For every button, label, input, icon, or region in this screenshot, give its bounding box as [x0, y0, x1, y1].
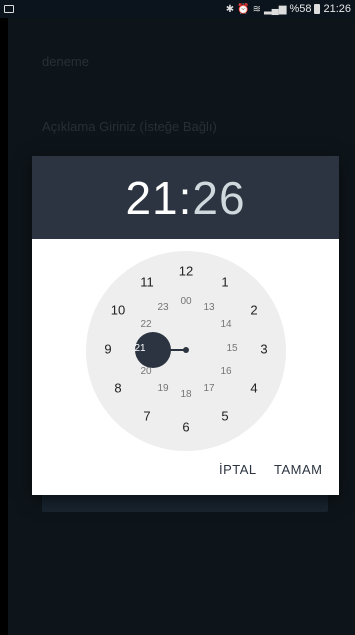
- clock-number-7[interactable]: 7: [143, 410, 150, 423]
- status-bar: ✱ ⏰ ≋ ▂▄▆ %58 21:26: [0, 0, 355, 18]
- clock-number-20[interactable]: 20: [140, 367, 151, 377]
- time-picker-dialog: 21 : 26 12 1 2 3 4 5 6 7 8 9 10 11 00 13…: [32, 156, 339, 495]
- clock-number-3[interactable]: 3: [260, 343, 267, 356]
- clock-number-16[interactable]: 16: [220, 367, 231, 377]
- clock-number-12[interactable]: 12: [179, 265, 193, 278]
- time-display: 21 : 26: [32, 156, 339, 239]
- clock-number-13[interactable]: 13: [203, 303, 214, 313]
- clock-number-8[interactable]: 8: [114, 382, 121, 395]
- clock-number-5[interactable]: 5: [221, 410, 228, 423]
- ok-button[interactable]: TAMAM: [274, 462, 322, 477]
- clock-number-9[interactable]: 9: [104, 343, 111, 356]
- clock-number-19[interactable]: 19: [157, 384, 168, 394]
- status-icons: ✱ ⏰ ≋ ▂▄▆ %58 21:26: [226, 3, 351, 15]
- clock-number-2[interactable]: 2: [250, 304, 257, 317]
- nfc-icon: ✱: [225, 3, 235, 15]
- hour-display[interactable]: 21: [125, 171, 178, 225]
- clock-center: [183, 347, 189, 353]
- status-time: 21:26: [323, 3, 351, 15]
- clock-number-6[interactable]: 6: [182, 421, 189, 434]
- clock-face[interactable]: 12 1 2 3 4 5 6 7 8 9 10 11 00 13 14 15 1…: [86, 251, 286, 451]
- signal-icon: ▂▄▆: [263, 3, 287, 15]
- clock-number-1[interactable]: 1: [221, 276, 228, 289]
- clock-number-15[interactable]: 15: [226, 344, 237, 354]
- clock-number-11[interactable]: 11: [140, 276, 154, 289]
- clock-number-21[interactable]: 21: [134, 344, 145, 354]
- alarm-icon: ⏰: [237, 3, 250, 15]
- clock-number-10[interactable]: 10: [111, 304, 125, 317]
- clock-number-23[interactable]: 23: [157, 303, 168, 313]
- battery-percent: %58: [289, 3, 312, 15]
- clock-number-18[interactable]: 18: [180, 390, 191, 400]
- clock-number-17[interactable]: 17: [203, 384, 214, 394]
- battery-icon: [314, 4, 321, 14]
- minute-display[interactable]: 26: [192, 171, 245, 225]
- clock-number-14[interactable]: 14: [220, 320, 231, 330]
- clock-number-4[interactable]: 4: [250, 382, 257, 395]
- wifi-icon: ≋: [252, 3, 261, 15]
- clock-number-22[interactable]: 22: [140, 320, 151, 330]
- time-separator: :: [178, 171, 193, 224]
- image-notification-icon: [4, 5, 14, 13]
- cancel-button[interactable]: İPTAL: [219, 462, 257, 477]
- clock-number-00[interactable]: 00: [180, 297, 191, 307]
